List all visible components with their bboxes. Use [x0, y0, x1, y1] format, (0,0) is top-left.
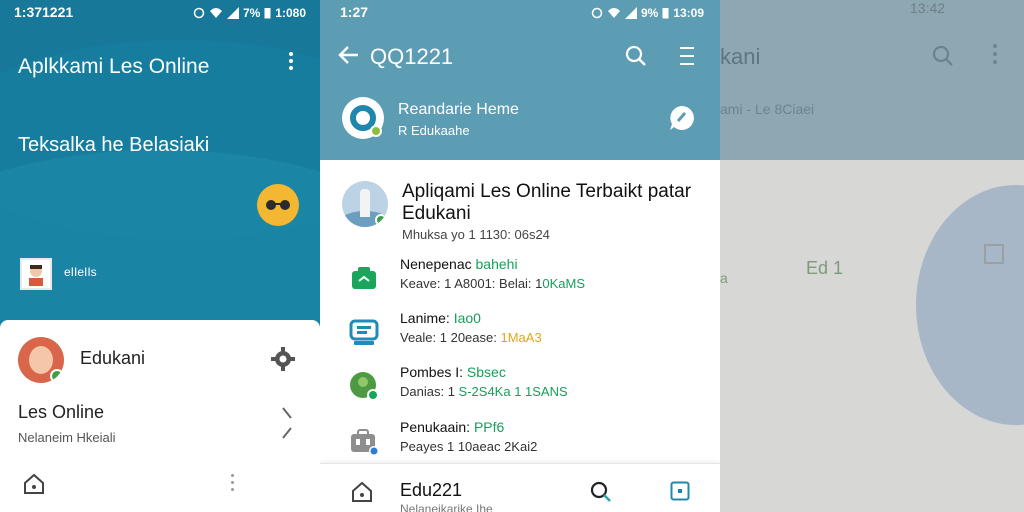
section-subtitle: Nelaneim Hkeiali — [18, 430, 116, 445]
status-bar: 1:27 9% 13:09 — [340, 4, 704, 22]
list-item[interactable]: Pombes I: Sbsec Danias: 1 S-2S4Ka 1 1SAN… — [320, 364, 720, 416]
menu-icon[interactable] — [680, 47, 694, 65]
search-icon[interactable] — [625, 45, 647, 67]
glasses-face-icon[interactable] — [257, 184, 299, 226]
wifi-icon — [607, 8, 620, 18]
list-item[interactable]: Nenepenac bahehi Keave: 1 A8001: Belai: … — [320, 256, 720, 308]
section-title[interactable]: Les Online — [18, 402, 104, 423]
app-header: 1:27 9% 13:09 QQ1221 Reandarie Heme R Ed… — [320, 0, 720, 160]
status-clock: 13:09 — [673, 6, 704, 20]
screen-title: QQ1221 — [370, 44, 454, 69]
room-name: Reandarie Heme — [398, 101, 519, 118]
more-options-icon[interactable] — [228, 474, 236, 498]
gear-icon[interactable] — [270, 346, 296, 372]
status-clock: 1:080 — [275, 6, 306, 20]
wifi-icon — [209, 8, 222, 18]
left-screen: 1:371221 7% 1:080 Aplkkami Les Online Te… — [0, 0, 320, 512]
verified-badge-icon — [50, 369, 64, 383]
home-icon[interactable] — [350, 480, 374, 504]
status-icons: 7% 1:080 — [193, 4, 306, 22]
pc-monitor-icon — [349, 319, 379, 345]
app-header: 13:42 kani ami - Le 8Ciaei — [720, 0, 1024, 160]
battery-text: 9% — [640, 6, 659, 20]
chevron-right-icon[interactable] — [280, 406, 294, 440]
home-icon[interactable] — [22, 472, 46, 496]
search-icon[interactable] — [590, 481, 612, 503]
signal-icon — [226, 7, 239, 19]
featured-title[interactable]: Apliqami Les Online Terbaikt patar Eduka… — [402, 181, 702, 225]
status-time: 1:27 — [340, 4, 369, 20]
briefcase-icon — [351, 429, 379, 456]
featured-meta: Mhuksa yo 1 1130: 06s24 — [402, 227, 550, 242]
camera-bag-icon — [352, 267, 376, 289]
featured-thumbnail[interactable] — [342, 181, 388, 227]
checkbox[interactable] — [984, 244, 1004, 264]
item-title: Penukaain: PPf6 — [400, 419, 505, 435]
item-meta: Veale: 1 20ease: 1MaA3 — [400, 330, 542, 345]
app-logo-icon — [342, 97, 384, 139]
profile-card: Edukani Les Online Nelaneim Hkeiali — [0, 320, 320, 512]
bottom-subtitle: Nelaneikarike Ihe — [400, 502, 493, 512]
item-meta: Danias: 1 S-2S4Ka 1 1SANS — [400, 384, 568, 399]
alarm-icon — [193, 7, 205, 19]
screen-title: kani — [720, 44, 761, 69]
edu-label: Ed 1 — [806, 258, 844, 278]
item-meta: Keave: 1 A8001: Belai: 10KaMS — [400, 276, 586, 291]
status-time: 1:371221 — [14, 4, 74, 20]
right-screen-dimmed: 13:42 kani ami - Le 8Ciaei Ed 1 a — [720, 0, 1024, 512]
room-subtitle: R Edukaahe — [398, 123, 470, 138]
status-icons: 9% 13:09 — [591, 4, 704, 22]
battery-icon — [264, 8, 271, 19]
item-meta: Peayes 1 10aeac 2Kai2 — [400, 439, 538, 454]
app-subtitle: Teksalka he Belasiaki — [18, 134, 210, 156]
battery-text: 7% — [242, 6, 261, 20]
overflow-menu-icon[interactable] — [284, 48, 298, 74]
verified-badge-icon — [375, 214, 387, 226]
profile-name: Edukani — [80, 348, 146, 368]
window-icon[interactable] — [670, 481, 690, 501]
alarm-icon — [591, 7, 603, 19]
item-title: Pombes I: Sbsec — [400, 364, 506, 380]
accent-letter: a — [720, 270, 728, 286]
battery-icon — [662, 8, 669, 19]
thumbnail-label: eIIeIIs — [64, 265, 97, 279]
user-thumbnail[interactable] — [20, 258, 52, 290]
globe-user-icon — [350, 372, 379, 401]
chat-bubble-icon[interactable] — [668, 104, 696, 132]
status-bar: 1:371221 7% 1:080 — [14, 4, 306, 22]
app-title: Aplkkami Les Online — [18, 55, 210, 78]
status-clock: 13:42 — [910, 0, 946, 16]
screen-subtitle: ami - Le 8Ciaei — [720, 101, 815, 117]
item-title: Lanime: Iao0 — [400, 310, 481, 326]
avatar[interactable] — [18, 337, 64, 383]
list-item[interactable]: Lanime: Iao0 Veale: 1 20ease: 1MaA3 — [320, 310, 720, 362]
bottom-bar: Edu221 Nelaneikarike Ihe — [320, 463, 720, 512]
item-title: Nenepenac bahehi — [400, 256, 518, 272]
search-icon[interactable] — [932, 45, 954, 67]
background-blob — [916, 185, 1024, 425]
signal-icon — [624, 7, 637, 19]
person-icon — [29, 265, 43, 286]
bottom-title: Edu221 — [400, 480, 463, 500]
back-arrow-icon[interactable] — [338, 44, 360, 66]
middle-screen: 1:27 9% 13:09 QQ1221 Reandarie Heme R Ed… — [320, 0, 720, 512]
overflow-menu-icon[interactable] — [990, 44, 1000, 68]
